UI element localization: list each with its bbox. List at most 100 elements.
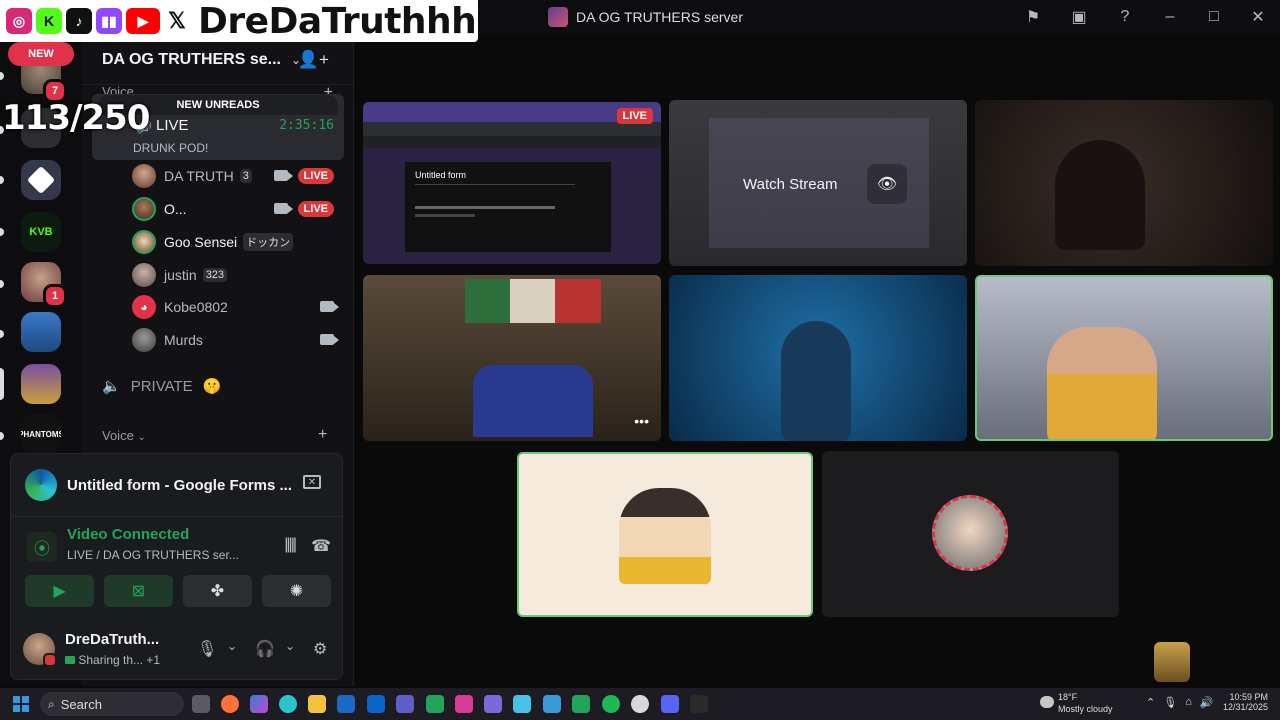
server-icon-6[interactable] bbox=[21, 312, 61, 352]
settings-gear-icon[interactable]: ⚙ bbox=[313, 639, 327, 659]
camera-toggle-button[interactable]: ▶ bbox=[25, 575, 94, 607]
microphone-tray-icon[interactable]: 🎙 bbox=[1163, 696, 1177, 709]
invite-people-icon[interactable]: 👤+ bbox=[298, 50, 329, 70]
chevron-up-icon[interactable]: ⌃ bbox=[1146, 696, 1155, 709]
member-name: Murds bbox=[164, 332, 203, 348]
windows-taskbar: ⌕ Search 18°F Mostly cloudy ⌃ 🎙 ⌂ 🔊 10:5… bbox=[0, 688, 1280, 720]
microphone-icon[interactable]: 🎙 bbox=[197, 639, 217, 659]
more-options-icon[interactable]: ••• bbox=[634, 413, 649, 429]
activities-button[interactable]: ✤ bbox=[183, 575, 252, 607]
chevron-down-icon: ⌄ bbox=[137, 432, 146, 443]
member-badge: 323 bbox=[202, 268, 228, 282]
chevron-down-icon[interactable]: ⌄ bbox=[227, 639, 237, 653]
network-icon[interactable]: ⌂ bbox=[1185, 696, 1192, 709]
form-answer bbox=[415, 214, 475, 217]
window-title-text: DA OG TRUTHERS server bbox=[576, 9, 743, 25]
server-icon-kvb[interactable]: KVB bbox=[21, 212, 61, 252]
screen-share-row[interactable]: Untitled form - Google Forms ... ✕ bbox=[25, 468, 331, 502]
connection-channel[interactable]: LIVE / DA OG TRUTHERS ser... bbox=[67, 548, 239, 562]
spotify-icon[interactable] bbox=[602, 695, 620, 713]
camera-icon bbox=[274, 170, 293, 181]
panel-divider bbox=[11, 516, 342, 517]
discord-taskbar-icon[interactable] bbox=[661, 695, 679, 713]
headphones-icon[interactable]: 🎧 bbox=[255, 639, 275, 659]
private-channel[interactable]: 🔈 PRIVATE 🤫 bbox=[102, 377, 221, 396]
teams-icon[interactable] bbox=[396, 695, 414, 713]
app-icon-pink[interactable] bbox=[455, 695, 473, 713]
photos-icon[interactable] bbox=[543, 695, 561, 713]
goal-counter: 113/250 bbox=[2, 98, 150, 138]
watch-stream-button[interactable]: Watch Stream 👁 bbox=[727, 162, 907, 206]
store-icon[interactable] bbox=[337, 695, 355, 713]
form-card: Untitled form bbox=[405, 162, 611, 252]
webcam-person bbox=[473, 365, 593, 437]
soundboard-button[interactable]: ✺ bbox=[262, 575, 331, 607]
form-question bbox=[415, 206, 555, 209]
noise-suppression-icon[interactable]: ||||| bbox=[284, 536, 297, 554]
stream-tile-watch[interactable]: Watch Stream 👁 bbox=[669, 100, 967, 266]
voice-member[interactable]: Murds bbox=[132, 327, 342, 353]
live-badge: LIVE bbox=[297, 168, 334, 184]
system-clock[interactable]: 10:59 PM 12/31/2025 bbox=[1222, 692, 1268, 712]
member-badge: ドッカン bbox=[243, 233, 294, 251]
chevron-down-icon[interactable]: ⌄ bbox=[285, 639, 295, 653]
voice-panel: Untitled form - Google Forms ... ✕ ⦿ Vid… bbox=[10, 453, 343, 680]
cloud-icon bbox=[1040, 696, 1054, 708]
stop-sharing-icon[interactable]: ✕ bbox=[303, 475, 321, 489]
avatar bbox=[132, 164, 156, 188]
windows-start-icon[interactable] bbox=[13, 696, 29, 712]
voice-member[interactable]: ◕ Kobe0802 bbox=[132, 294, 342, 320]
new-badge[interactable]: NEW bbox=[8, 42, 74, 66]
camera-tile-4-speaking[interactable] bbox=[975, 275, 1273, 441]
copilot-icon[interactable] bbox=[250, 695, 268, 713]
taskbar-search[interactable]: ⌕ Search bbox=[40, 692, 184, 716]
avatar-tile-2[interactable] bbox=[822, 451, 1119, 617]
screen-share-button[interactable]: ⊠ bbox=[104, 575, 173, 607]
inbox-icon[interactable]: ▣ bbox=[1056, 0, 1102, 34]
voice-member[interactable]: Goo Sensei ドッカン bbox=[132, 229, 342, 255]
voice-connection: ⦿ Video Connected LIVE / DA OG TRUTHERS … bbox=[25, 526, 331, 570]
app-icon-cyan[interactable] bbox=[513, 695, 531, 713]
edge-icon[interactable] bbox=[279, 695, 297, 713]
disconnect-icon[interactable]: ☎ bbox=[311, 536, 331, 556]
app-icon-green[interactable] bbox=[426, 695, 444, 713]
server-icon-7[interactable] bbox=[21, 364, 61, 404]
live-channel-name: LIVE bbox=[156, 117, 189, 134]
camera-icon bbox=[320, 301, 339, 312]
x-icon: 𝕏 bbox=[164, 8, 190, 34]
avatar-tile-1[interactable] bbox=[517, 452, 813, 617]
voice-category-2[interactable]: Voice ⌄ bbox=[102, 428, 146, 443]
server-icon-3[interactable] bbox=[21, 160, 61, 200]
volume-icon[interactable]: 🔊 bbox=[1200, 696, 1214, 709]
minimize-button[interactable]: – bbox=[1148, 0, 1192, 34]
camera-tile-1[interactable] bbox=[975, 100, 1273, 266]
app-icon-purple[interactable] bbox=[484, 695, 502, 713]
signal-icon[interactable]: ⦿ bbox=[27, 532, 57, 562]
connection-status[interactable]: Video Connected bbox=[67, 526, 189, 543]
user-status-extra: +1 bbox=[146, 653, 161, 667]
camera-tile-3[interactable] bbox=[669, 275, 967, 441]
form-title: Untitled form bbox=[415, 170, 467, 180]
speaker-locked-icon: 🔈 bbox=[102, 378, 121, 395]
epic-games-icon[interactable] bbox=[690, 695, 708, 713]
obs-icon[interactable] bbox=[631, 695, 649, 713]
file-explorer-icon[interactable] bbox=[308, 695, 326, 713]
weather-temp: 18°F bbox=[1058, 692, 1078, 702]
voice-member[interactable]: O... LIVE bbox=[132, 196, 342, 222]
task-view-icon[interactable] bbox=[192, 695, 210, 713]
flag-icon[interactable]: ⚑ bbox=[1010, 0, 1056, 34]
help-icon[interactable]: ? bbox=[1102, 0, 1148, 34]
stream-tile-screen-share[interactable]: Untitled form LIVE bbox=[363, 102, 661, 264]
close-button[interactable]: ✕ bbox=[1236, 0, 1280, 34]
camera-tile-2[interactable]: ••• bbox=[363, 275, 661, 441]
voice-member[interactable]: DA TRUTH 3 LIVE bbox=[132, 163, 342, 189]
server-icon-phantoms[interactable]: PHANTOMS bbox=[21, 414, 61, 454]
app-icon-green-2[interactable] bbox=[572, 695, 590, 713]
voice-member[interactable]: justin 323 bbox=[132, 262, 342, 288]
username[interactable]: DreDaTruth... bbox=[65, 631, 159, 648]
user-avatar[interactable] bbox=[23, 633, 57, 667]
member-name: Kobe0802 bbox=[164, 299, 228, 315]
firefox-icon[interactable] bbox=[221, 695, 239, 713]
maximize-button[interactable]: □ bbox=[1192, 0, 1236, 34]
outlook-icon[interactable] bbox=[367, 695, 385, 713]
